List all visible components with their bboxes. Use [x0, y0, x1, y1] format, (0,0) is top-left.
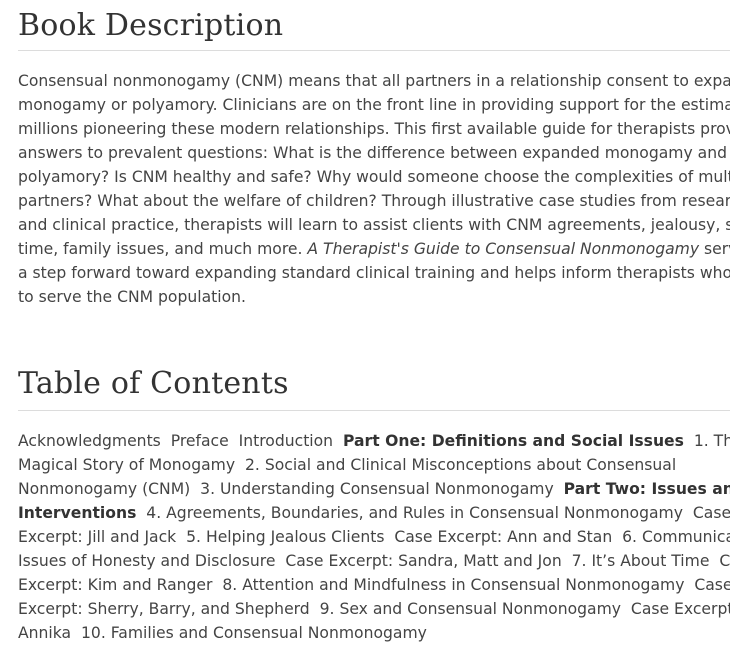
toc-line: Excerpt: Jill and Jack 5. Helping Jealou…	[18, 528, 730, 546]
book-description-heading: Book Description	[18, 8, 284, 43]
description-line: time, family issues, and much more. A Th…	[18, 240, 730, 258]
description-line: and clinical practice, therapists will l…	[18, 216, 730, 234]
book-title-italic: A Therapist's Guide to Consensual Nonmon…	[307, 240, 700, 258]
description-line: a step forward toward expanding standard…	[18, 264, 730, 282]
table-of-contents-heading: Table of Contents	[18, 366, 289, 401]
description-line: millions pioneering these modern relatio…	[18, 120, 730, 138]
description-line: partners? What about the welfare of chil…	[18, 192, 730, 210]
toc-line: Issues of Honesty and Disclosure Case Ex…	[18, 552, 730, 570]
table-of-contents-text: Acknowledgments Preface Introduction Par…	[18, 429, 730, 645]
part-heading: Part Two: Issues and	[563, 480, 730, 498]
description-line: to serve the CNM population.	[18, 288, 246, 306]
description-line: Consensual nonmonogamy (CNM) means that …	[18, 72, 730, 90]
heading-divider	[18, 50, 730, 51]
part-heading: Part One: Definitions and Social Issues	[342, 432, 684, 450]
toc-line: Excerpt: Kim and Ranger 8. Attention and…	[18, 576, 730, 594]
book-description-text: Consensual nonmonogamy (CNM) means that …	[18, 69, 730, 309]
toc-line: Nonmonogamy (CNM) 3. Understanding Conse…	[18, 477, 730, 501]
table-of-contents-section: Table of Contents Acknowledgments Prefac…	[18, 366, 730, 645]
description-line: answers to prevalent questions: What is …	[18, 144, 728, 162]
description-line: polyamory? Is CNM healthy and safe? Why …	[18, 168, 730, 186]
book-description-section: Book Description Consensual nonmonogamy …	[18, 8, 730, 309]
toc-line: Magical Story of Monogamy 2. Social and …	[18, 456, 677, 474]
heading-divider	[18, 410, 730, 411]
description-line: monogamy or polyamory. Clinicians are on…	[18, 96, 730, 114]
toc-line: Acknowledgments Preface Introduction Par…	[18, 432, 730, 450]
toc-line: Interventions 4. Agreements, Boundaries,…	[18, 504, 730, 522]
part-heading: Interventions	[18, 504, 137, 522]
toc-line: Annika 10. Families and Consensual Nonmo…	[18, 624, 427, 642]
toc-line: Excerpt: Sherry, Barry, and Shepherd 9. …	[18, 600, 730, 618]
